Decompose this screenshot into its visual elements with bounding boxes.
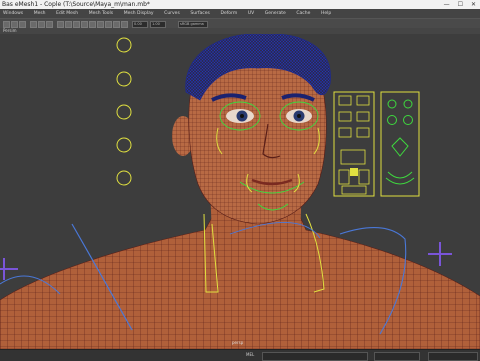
- lasso-tool-icon[interactable]: [11, 20, 18, 28]
- smooth-shade-icon[interactable]: [81, 20, 88, 28]
- rotate-tool-icon[interactable]: [38, 20, 45, 28]
- pupil-left: [240, 114, 244, 118]
- menu-mesh[interactable]: Mesh: [34, 11, 46, 16]
- menu-mesh-tools[interactable]: Mesh Tools: [89, 11, 113, 16]
- cross-control-right: [428, 242, 452, 266]
- menu-mesh-display[interactable]: Mesh Display: [124, 11, 154, 16]
- rig-circle-control: [116, 37, 132, 53]
- title-bar: Bas eMesh1 - Cople (T:\Source\Maya_m\man…: [0, 0, 480, 9]
- shelf-toolbar: 0.00 1.00 sRGB gamma: [0, 18, 480, 28]
- select-tool-icon[interactable]: [3, 20, 10, 28]
- shadow-icon[interactable]: [105, 20, 112, 28]
- close-button[interactable]: ✕: [471, 0, 476, 9]
- textured-icon[interactable]: [89, 20, 96, 28]
- face-gui-panel: [333, 91, 420, 197]
- gamma-field[interactable]: 1.00: [150, 20, 166, 28]
- rig-circle-control: [116, 137, 132, 153]
- menu-curves[interactable]: Curves: [164, 11, 180, 16]
- viewport-3d[interactable]: [0, 34, 480, 349]
- xray-icon[interactable]: [113, 20, 120, 28]
- menu-windows[interactable]: Windows: [3, 11, 23, 16]
- panel-label: Persim: [3, 28, 17, 33]
- menu-generate[interactable]: Generate: [265, 11, 286, 16]
- help-line-field: [428, 351, 478, 361]
- window-title: Bas eMesh1 - Cople (T:\Source\Maya_m\man…: [2, 1, 150, 8]
- mel-label: MEL: [246, 352, 255, 357]
- command-result-field: [374, 351, 420, 361]
- maximize-button[interactable]: ☐: [458, 0, 463, 9]
- move-tool-icon[interactable]: [30, 20, 37, 28]
- color-space-field[interactable]: sRGB gamma: [178, 20, 208, 28]
- exposure-field[interactable]: 0.00: [132, 20, 148, 28]
- camera-label: persp: [232, 340, 244, 345]
- rig-circle-control: [116, 71, 132, 87]
- pupil-right: [297, 114, 301, 118]
- grid-icon[interactable]: [65, 20, 72, 28]
- camera-icon[interactable]: [57, 20, 64, 28]
- wireframe-icon[interactable]: [73, 20, 80, 28]
- minimize-button[interactable]: —: [444, 0, 450, 9]
- menu-bar: Windows Mesh Edit Mesh Mesh Tools Mesh D…: [0, 9, 480, 18]
- menu-edit-mesh[interactable]: Edit Mesh: [56, 11, 78, 16]
- scene-svg: [0, 34, 480, 349]
- menu-deform[interactable]: Deform: [220, 11, 237, 16]
- status-bar: MEL: [0, 349, 480, 361]
- paint-tool-icon[interactable]: [19, 20, 26, 28]
- command-line-input[interactable]: [262, 351, 368, 361]
- menu-surfaces[interactable]: Surfaces: [190, 11, 210, 16]
- isolate-icon[interactable]: [121, 20, 128, 28]
- menu-help[interactable]: Help: [321, 11, 331, 16]
- rig-circle-control: [116, 170, 132, 186]
- rig-circle-control: [116, 104, 132, 120]
- menu-uv[interactable]: UV: [248, 11, 254, 16]
- scale-tool-icon[interactable]: [46, 20, 53, 28]
- window-controls: — ☐ ✕: [444, 0, 476, 9]
- menu-cache[interactable]: Cache: [296, 11, 310, 16]
- lighting-icon[interactable]: [97, 20, 104, 28]
